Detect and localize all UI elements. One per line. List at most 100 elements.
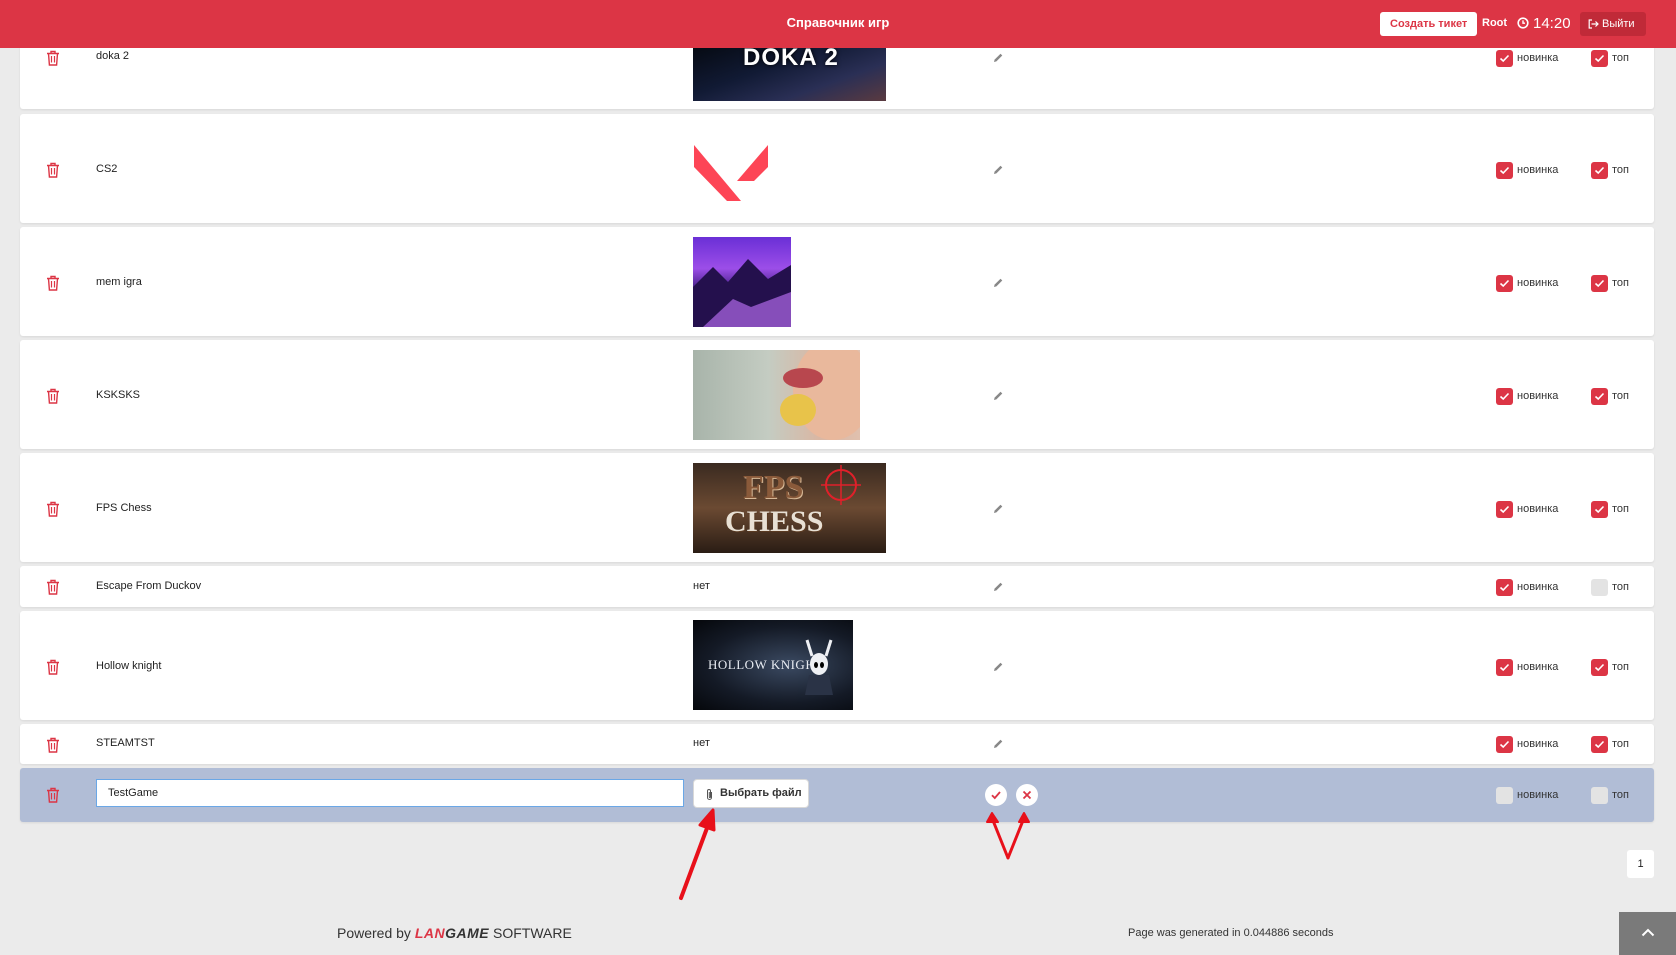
game-image: HOLLOW KNIGHT	[693, 620, 853, 710]
novelty-label: новинка	[1517, 789, 1559, 801]
pencil-icon[interactable]	[992, 661, 1004, 673]
brand-suffix: SOFTWARE	[493, 925, 572, 941]
pencil-icon[interactable]	[992, 164, 1004, 176]
game-name: Hollow knight	[96, 660, 162, 672]
game-name: CS2	[96, 163, 118, 175]
new-game-edit-row: Выбрать файл новинка топ	[20, 768, 1654, 822]
brand-game: GAME	[445, 925, 490, 941]
novelty-checkbox[interactable]	[1496, 787, 1513, 804]
game-row: mem igra новинка топ	[20, 227, 1654, 336]
trash-icon[interactable]	[46, 275, 60, 291]
logout-icon	[1588, 19, 1599, 29]
trash-icon[interactable]	[46, 388, 60, 404]
game-image	[693, 350, 860, 440]
trash-icon[interactable]	[46, 50, 60, 66]
choose-file-label: Выбрать файл	[720, 787, 802, 799]
game-name: FPS Chess	[96, 502, 152, 514]
pencil-icon[interactable]	[992, 390, 1004, 402]
page-generation-time: Page was generated in 0.044886 seconds	[1128, 927, 1334, 939]
top-checkbox[interactable]	[1591, 787, 1608, 804]
novelty-label: новинка	[1517, 738, 1559, 750]
powered-prefix: Powered by	[337, 925, 411, 941]
game-name: KSKSKS	[96, 389, 141, 401]
top-label: топ	[1612, 738, 1629, 750]
pencil-icon[interactable]	[992, 277, 1004, 289]
choose-file-button[interactable]: Выбрать файл	[693, 779, 809, 808]
pencil-icon[interactable]	[992, 503, 1004, 515]
top-checkbox[interactable]	[1591, 275, 1608, 292]
novelty-checkbox[interactable]	[1496, 50, 1513, 67]
game-row: FPS Chess FPS CHESS новинка топ	[20, 453, 1654, 562]
novelty-checkbox[interactable]	[1496, 579, 1513, 596]
clock-time: 14:20	[1533, 15, 1571, 32]
trash-icon[interactable]	[46, 579, 60, 595]
trash-icon[interactable]	[46, 162, 60, 178]
novelty-label: новинка	[1517, 52, 1559, 64]
novelty-label: новинка	[1517, 164, 1559, 176]
game-row: Escape From Duckov нет новинка топ	[20, 566, 1654, 607]
top-bar: Справочник игр Создать тикет Root 14:20 …	[0, 0, 1676, 48]
game-row: KSKSKS новинка топ	[20, 340, 1654, 449]
novelty-label: новинка	[1517, 277, 1559, 289]
trash-icon[interactable]	[46, 659, 60, 675]
top-label: топ	[1612, 164, 1629, 176]
novelty-label: новинка	[1517, 661, 1559, 673]
game-image	[694, 145, 768, 201]
top-label: топ	[1612, 503, 1629, 515]
create-ticket-button[interactable]: Создать тикет	[1380, 12, 1478, 36]
pencil-icon[interactable]	[992, 581, 1004, 593]
game-row: Hollow knight HOLLOW KNIGHT новинка топ	[20, 611, 1654, 720]
game-row: STEAMTST нет новинка топ	[20, 724, 1654, 764]
save-button[interactable]	[985, 784, 1007, 806]
novelty-label: новинка	[1517, 503, 1559, 515]
pagination-page[interactable]: 1	[1627, 850, 1654, 878]
top-label: топ	[1612, 661, 1629, 673]
top-checkbox[interactable]	[1591, 579, 1608, 596]
top-label: топ	[1612, 789, 1629, 801]
close-icon	[1022, 790, 1032, 800]
scroll-to-top-button[interactable]	[1619, 912, 1676, 955]
top-checkbox[interactable]	[1591, 162, 1608, 179]
brand-lan: LAN	[414, 925, 446, 941]
top-checkbox[interactable]	[1591, 501, 1608, 518]
game-name: doka 2	[96, 50, 130, 62]
cancel-button[interactable]	[1016, 784, 1038, 806]
top-checkbox[interactable]	[1591, 659, 1608, 676]
check-icon	[991, 791, 1001, 800]
trash-icon[interactable]	[46, 787, 60, 803]
game-name-input[interactable]	[96, 779, 684, 807]
novelty-checkbox[interactable]	[1496, 275, 1513, 292]
chevron-up-icon	[1641, 928, 1655, 937]
trash-icon[interactable]	[46, 501, 60, 517]
game-row: doka 2 DOKA 2 новинка топ	[20, 44, 1654, 109]
trash-icon[interactable]	[46, 737, 60, 753]
top-label: топ	[1612, 390, 1629, 402]
logout-button[interactable]: Выйти	[1580, 12, 1646, 36]
pencil-icon[interactable]	[992, 738, 1004, 750]
clock-icon	[1517, 17, 1529, 29]
game-name: Escape From Duckov	[96, 580, 202, 592]
user-name[interactable]: Root	[1482, 17, 1507, 29]
brand-logo: LANGAME	[415, 925, 489, 941]
pencil-icon[interactable]	[992, 52, 1004, 64]
game-image: DOKA 2	[693, 44, 886, 101]
novelty-checkbox[interactable]	[1496, 736, 1513, 753]
novelty-label: новинка	[1517, 581, 1559, 593]
novelty-checkbox[interactable]	[1496, 659, 1513, 676]
novelty-checkbox[interactable]	[1496, 388, 1513, 405]
game-row: CS2 новинка топ	[20, 114, 1654, 223]
no-image-text: нет	[693, 737, 710, 749]
top-checkbox[interactable]	[1591, 50, 1608, 67]
game-image	[693, 237, 791, 327]
top-checkbox[interactable]	[1591, 388, 1608, 405]
novelty-label: новинка	[1517, 390, 1559, 402]
novelty-checkbox[interactable]	[1496, 501, 1513, 518]
game-name: STEAMTST	[96, 737, 155, 749]
top-checkbox[interactable]	[1591, 736, 1608, 753]
novelty-checkbox[interactable]	[1496, 162, 1513, 179]
powered-by: Powered by LANGAME SOFTWARE	[337, 925, 572, 941]
logout-label: Выйти	[1602, 18, 1635, 30]
game-name: mem igra	[96, 276, 142, 288]
game-image: FPS CHESS	[693, 463, 886, 553]
top-label: топ	[1612, 52, 1629, 64]
